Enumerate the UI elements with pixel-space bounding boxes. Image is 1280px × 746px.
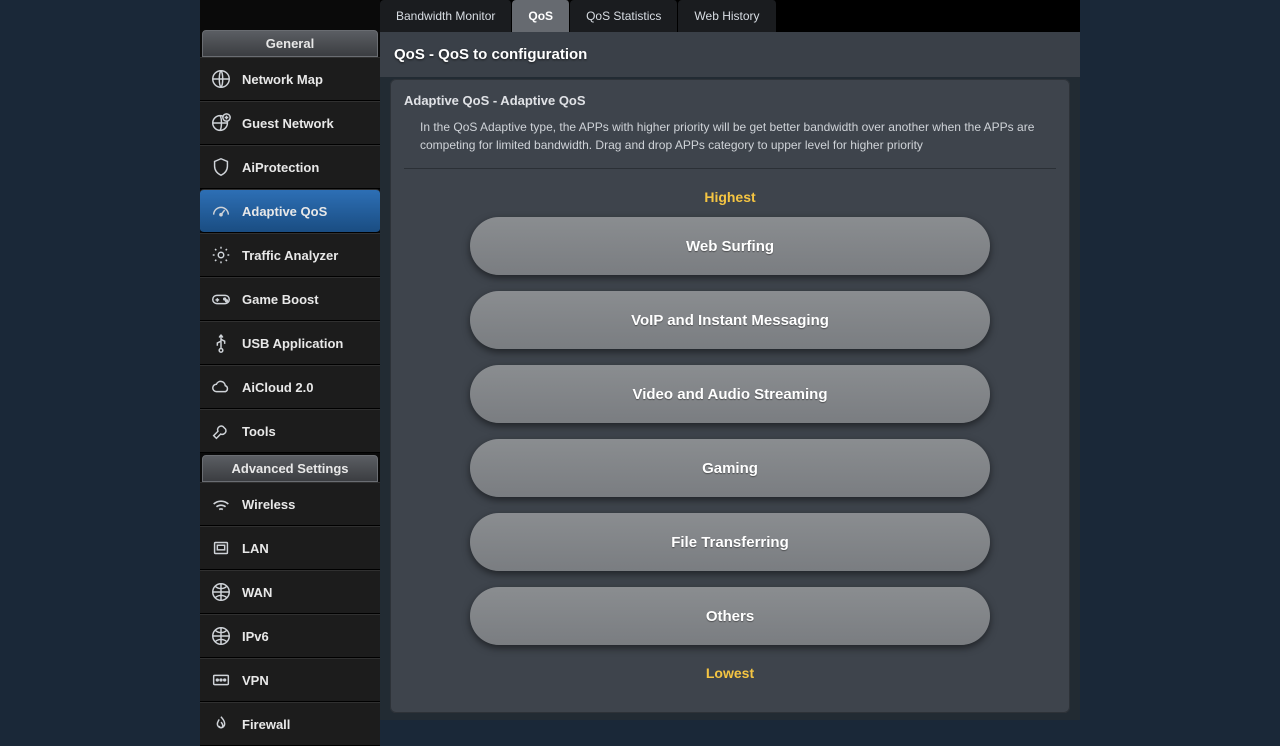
sidebar-item-label: Guest Network — [242, 116, 334, 131]
sidebar-item-tools[interactable]: Tools — [200, 409, 380, 453]
priority-lowest-label: Lowest — [404, 665, 1056, 681]
tab-bandwidth-monitor[interactable]: Bandwidth Monitor — [380, 0, 512, 32]
sidebar-section-header: Advanced Settings — [202, 455, 378, 482]
sidebar-item-adaptive-qos[interactable]: Adaptive QoS — [200, 189, 380, 233]
sidebar-item-vpn[interactable]: VPN — [200, 658, 380, 702]
signal-icon — [210, 493, 232, 515]
priority-item-others[interactable]: Others — [470, 587, 990, 645]
sidebar-section-header: General — [202, 30, 378, 57]
sidebar-item-lan[interactable]: LAN — [200, 526, 380, 570]
priority-item-web-surfing[interactable]: Web Surfing — [470, 217, 990, 275]
lan-icon — [210, 537, 232, 559]
sidebar-item-label: AiCloud 2.0 — [242, 380, 314, 395]
sidebar-item-label: Traffic Analyzer — [242, 248, 338, 263]
tab-web-history[interactable]: Web History — [678, 0, 776, 32]
priority-item-video-and-audio-streaming[interactable]: Video and Audio Streaming — [470, 365, 990, 423]
sidebar-item-label: USB Application — [242, 336, 343, 351]
sidebar-item-network-map[interactable]: Network Map — [200, 57, 380, 101]
vpn-icon — [210, 669, 232, 691]
tab-qos[interactable]: QoS — [512, 0, 570, 32]
sidebar-item-label: WAN — [242, 585, 272, 600]
sidebar-item-label: IPv6 — [242, 629, 269, 644]
globe-icon — [210, 68, 232, 90]
priority-item-file-transferring[interactable]: File Transferring — [470, 513, 990, 571]
app-frame: General Network Map Guest Network AiProtect… — [200, 0, 1080, 720]
globe-grid-icon — [210, 625, 232, 647]
sidebar-item-traffic-analyzer[interactable]: Traffic Analyzer — [200, 233, 380, 277]
globe-grid-icon — [210, 581, 232, 603]
panel-description: In the QoS Adaptive type, the APPs with … — [404, 118, 1056, 169]
tab-qos-statistics[interactable]: QoS Statistics — [570, 0, 678, 32]
priority-item-voip-and-instant-messaging[interactable]: VoIP and Instant Messaging — [470, 291, 990, 349]
main-content: Bandwidth MonitorQoSQoS StatisticsWeb Hi… — [380, 0, 1080, 720]
cloud-icon — [210, 376, 232, 398]
sidebar-item-guest-network[interactable]: Guest Network — [200, 101, 380, 145]
globe-plus-icon — [210, 112, 232, 134]
sidebar-item-label: LAN — [242, 541, 269, 556]
wrench-icon — [210, 420, 232, 442]
gauge-icon — [210, 200, 232, 222]
sidebar-item-label: Network Map — [242, 72, 323, 87]
sidebar-item-usb-application[interactable]: USB Application — [200, 321, 380, 365]
gamepad-icon — [210, 288, 232, 310]
usb-icon — [210, 332, 232, 354]
shield-icon — [210, 156, 232, 178]
priority-item-gaming[interactable]: Gaming — [470, 439, 990, 497]
qos-panel: Adaptive QoS - Adaptive QoS In the QoS A… — [390, 79, 1070, 713]
sidebar-item-label: Game Boost — [242, 292, 319, 307]
sidebar: General Network Map Guest Network AiProtect… — [200, 0, 380, 720]
sidebar-item-aiprotection[interactable]: AiProtection — [200, 145, 380, 189]
sidebar-item-aicloud-2-0[interactable]: AiCloud 2.0 — [200, 365, 380, 409]
firewall-icon — [210, 713, 232, 735]
sidebar-item-wan[interactable]: WAN — [200, 570, 380, 614]
panel-subtitle: Adaptive QoS - Adaptive QoS — [404, 93, 1056, 108]
priority-highest-label: Highest — [404, 189, 1056, 205]
priority-list: Web Surfing VoIP and Instant Messaging Vid… — [404, 217, 1056, 645]
sidebar-item-label: Adaptive QoS — [242, 204, 327, 219]
sidebar-item-game-boost[interactable]: Game Boost — [200, 277, 380, 321]
sidebar-item-label: VPN — [242, 673, 269, 688]
sidebar-item-wireless[interactable]: Wireless — [200, 482, 380, 526]
sidebar-item-label: Firewall — [242, 717, 290, 732]
sidebar-item-label: AiProtection — [242, 160, 319, 175]
sidebar-item-label: Wireless — [242, 497, 295, 512]
radar-icon — [210, 244, 232, 266]
page-title: QoS - QoS to configuration — [380, 32, 1080, 77]
sidebar-item-firewall[interactable]: Firewall — [200, 702, 380, 746]
sidebar-item-ipv6[interactable]: IPv6 — [200, 614, 380, 658]
sidebar-item-label: Tools — [242, 424, 276, 439]
tab-bar: Bandwidth MonitorQoSQoS StatisticsWeb Hi… — [380, 0, 1080, 32]
